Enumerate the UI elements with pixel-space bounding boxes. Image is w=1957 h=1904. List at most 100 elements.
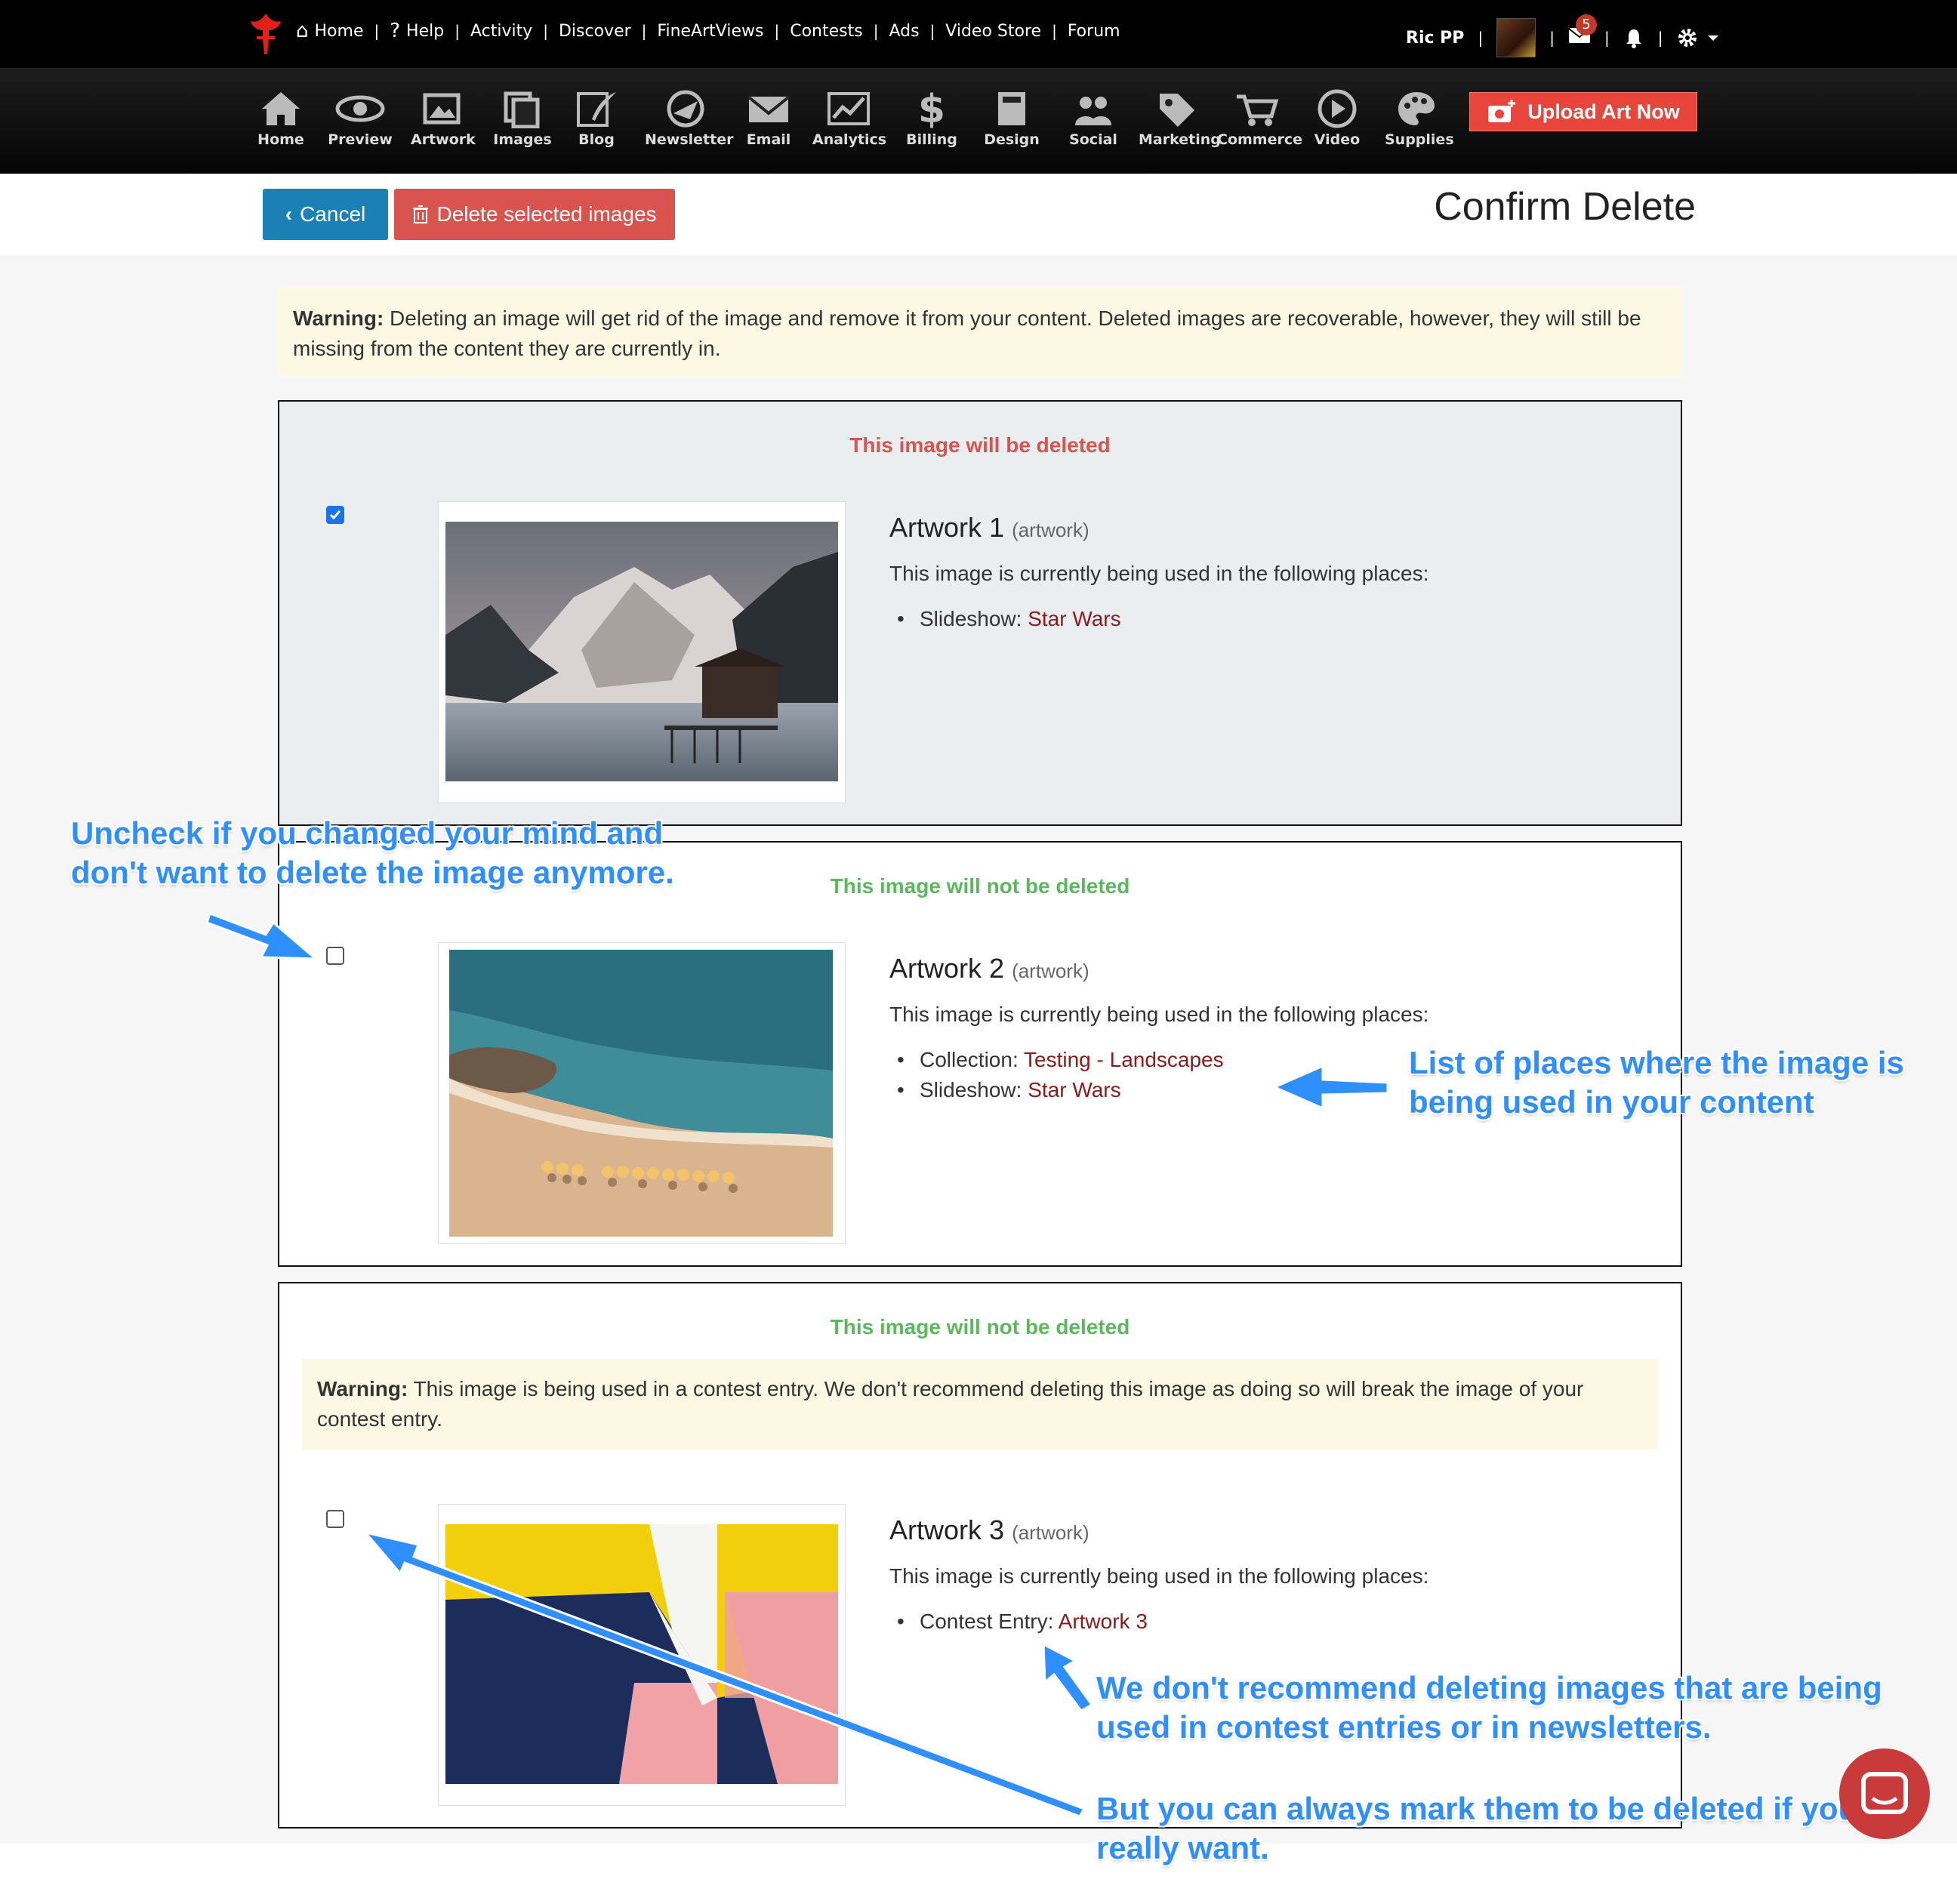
nav-home-label: Home: [314, 21, 364, 41]
toolbar-blog-label: Blog: [578, 131, 615, 148]
annotation-line: But you can always mark them to be delet…: [1096, 1791, 1858, 1826]
separator: |: [543, 22, 548, 40]
artwork-title: Artwork 2 (artwork): [889, 953, 1089, 984]
nav-forum-link[interactable]: Forum: [1068, 22, 1120, 41]
caret-down-icon[interactable]: [1706, 32, 1720, 43]
separator: |: [1549, 29, 1555, 47]
contest-warning-alert: Warning: This image is being used in a c…: [302, 1359, 1658, 1450]
artwork-type: (artwork): [1012, 960, 1089, 982]
toolbar-home[interactable]: Home: [254, 89, 308, 148]
nav-contests-link[interactable]: Contests: [790, 22, 862, 41]
image-card-1: This image will be deleted Artwork 1 (ar…: [278, 400, 1682, 826]
house-icon: ⌂: [296, 20, 309, 42]
artwork-name: Artwork 1: [889, 512, 1005, 543]
nav-activity-link[interactable]: Activity: [470, 22, 532, 41]
toolbar-billing[interactable]: $ Billing: [905, 89, 959, 148]
toolbar-analytics-label: Analytics: [812, 131, 887, 148]
nav-home-link[interactable]: ⌂ Home: [296, 20, 363, 42]
toolbar-analytics[interactable]: Analytics: [812, 89, 887, 148]
toolbar-images[interactable]: Images: [491, 89, 554, 148]
bell-icon[interactable]: [1623, 27, 1644, 48]
nav-ads-link[interactable]: Ads: [889, 22, 919, 41]
toolbar-newsletter-label: Newsletter: [645, 131, 734, 148]
eye-icon: [335, 95, 385, 122]
avatar[interactable]: [1496, 18, 1536, 57]
select-checkbox[interactable]: [326, 1510, 344, 1528]
usage-list: Collection: Testing - Landscapes Slidesh…: [897, 1045, 1224, 1105]
separator: |: [873, 22, 879, 40]
user-area: Ric PP | | 5 | |: [1406, 14, 1720, 57]
toolbar-commerce-label: Commerce: [1217, 131, 1302, 148]
toolbar-preview[interactable]: Preview: [328, 89, 393, 148]
toolbar-artwork[interactable]: Artwork: [411, 89, 476, 148]
place-label: Collection:: [920, 1048, 1025, 1071]
toolbar-home-label: Home: [257, 131, 304, 148]
beach-aerial-image: [449, 950, 833, 1237]
artwork-thumbnail: [438, 1504, 846, 1806]
top-links: ⌂ Home | ? Help | Activity | Discover | Fi…: [296, 20, 1120, 42]
toolbar-newsletter[interactable]: Newsletter: [645, 89, 733, 148]
annotation-line: List of places where the image is: [1409, 1045, 1904, 1080]
svg-text:$: $: [918, 89, 945, 128]
usage-text: This image is currently being used in th…: [889, 1564, 1429, 1588]
toolbar-social-label: Social: [1069, 131, 1117, 148]
upload-art-button[interactable]: Upload Art Now: [1469, 92, 1697, 131]
toolbar-design-label: Design: [984, 131, 1040, 148]
palette-icon: [1398, 92, 1435, 125]
chat-launcher-button[interactable]: [1839, 1748, 1930, 1839]
artwork-thumbnail: [438, 501, 846, 803]
delete-selected-button[interactable]: Delete selected images: [394, 189, 675, 240]
place-link[interactable]: Star Wars: [1028, 607, 1120, 630]
usage-list: Slideshow: Star Wars: [897, 604, 1121, 634]
warning-text: This image is being used in a contest en…: [317, 1377, 1584, 1431]
separator: |: [929, 22, 935, 40]
toolbar-design[interactable]: Design: [983, 89, 1040, 148]
separator: |: [1604, 29, 1610, 47]
easel-icon: [423, 93, 461, 125]
annotation-line: don't want to delete the image anymore.: [71, 855, 674, 890]
chat-bubble-icon: [1861, 1772, 1908, 1814]
envelope-icon: [747, 96, 790, 122]
dollar-icon: $: [918, 89, 945, 128]
toolbar-blog[interactable]: Blog: [574, 89, 619, 148]
house-icon: [262, 92, 300, 125]
site-logo-icon[interactable]: [246, 11, 285, 56]
top-nav: ⌂ Home | ? Help | Activity | Discover | Fi…: [0, 0, 1957, 68]
cancel-button[interactable]: ‹ Cancel: [263, 189, 388, 240]
place-link[interactable]: Artwork 3: [1059, 1610, 1148, 1633]
trash-icon: [413, 205, 429, 223]
nav-fineartviews-link[interactable]: FineArtViews: [657, 22, 763, 41]
nav-help-link[interactable]: ? Help: [390, 20, 444, 42]
annotation-line: used in contest entries or in newsletter…: [1096, 1709, 1712, 1745]
list-item: Slideshow: Star Wars: [897, 604, 1121, 634]
delete-status: This image will not be deleted: [830, 1315, 1130, 1339]
place-link[interactable]: Star Wars: [1028, 1078, 1120, 1101]
place-label: Contest Entry:: [920, 1610, 1059, 1633]
artwork-name: Artwork 3: [889, 1514, 1005, 1545]
chevron-left-icon: ‹: [285, 202, 293, 226]
separator: |: [455, 22, 460, 40]
place-label: Slideshow:: [920, 1078, 1028, 1101]
place-link[interactable]: Testing - Landscapes: [1024, 1048, 1224, 1071]
toolbar-commerce[interactable]: Commerce: [1217, 89, 1302, 148]
nav-discover-link[interactable]: Discover: [559, 22, 631, 41]
toolbar-social[interactable]: Social: [1066, 89, 1120, 148]
newsletter-icon: [667, 90, 704, 128]
mail-button[interactable]: 5: [1568, 14, 1597, 49]
user-name[interactable]: Ric PP: [1406, 29, 1464, 48]
toolbar-supplies[interactable]: Supplies: [1385, 89, 1454, 148]
warning-text: Deleting an image will get rid of the im…: [293, 307, 1641, 360]
artwork-name: Artwork 2: [889, 953, 1005, 984]
annotation-list-places: List of places where the image is being …: [1409, 1043, 1904, 1122]
toolbar-marketing[interactable]: Marketing: [1139, 89, 1221, 148]
artwork-type: (artwork): [1012, 519, 1089, 541]
quill-icon: [577, 92, 616, 127]
nav-video-store-link[interactable]: Video Store: [945, 22, 1041, 41]
toolbar-email[interactable]: Email: [744, 89, 793, 148]
annotation-recommend: We don't recommend deleting images that …: [1096, 1668, 1882, 1747]
select-checkbox[interactable]: [326, 947, 344, 965]
gear-icon[interactable]: [1676, 26, 1699, 49]
select-checkbox[interactable]: [326, 506, 344, 524]
upload-art-label: Upload Art Now: [1527, 100, 1680, 123]
toolbar-video[interactable]: Video: [1314, 89, 1361, 148]
